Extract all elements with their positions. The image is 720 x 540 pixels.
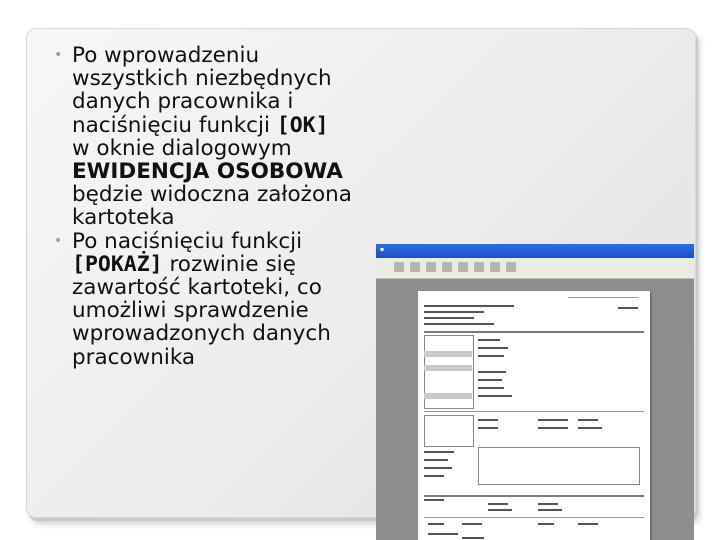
report-text <box>488 509 512 511</box>
app-toolbar <box>376 258 694 279</box>
report-text <box>478 379 502 381</box>
report-text <box>478 427 498 429</box>
report-field <box>424 393 472 399</box>
bullet-item-2: • Po naciśnięciu funkcji [POKAŻ] rozwini… <box>52 230 352 369</box>
report-notes-box <box>478 447 640 485</box>
report-text <box>478 347 508 349</box>
bullet-2-text-a: Po naciśnięciu funkcji <box>72 228 303 254</box>
report-text <box>478 419 498 421</box>
report-text <box>424 459 448 461</box>
report-text <box>424 451 454 453</box>
report-field <box>424 351 472 357</box>
report-divider <box>424 331 644 333</box>
report-text <box>538 419 568 421</box>
bullet-1-ok-command: [OK] <box>276 112 329 138</box>
report-text <box>428 523 444 525</box>
report-text <box>488 503 508 505</box>
bullet-dot-icon: • <box>54 232 63 249</box>
save-icon <box>442 262 452 272</box>
report-text <box>424 305 514 307</box>
app-titlebar: ▪ <box>376 244 694 258</box>
report-field <box>424 365 472 371</box>
app-screenshot: ▪ <box>376 244 694 540</box>
report-text <box>578 419 598 421</box>
report-text <box>478 339 500 341</box>
bullet-1-text-c: będzie widoczna założona kartoteka <box>72 182 352 231</box>
report-text <box>424 467 452 469</box>
bullet-2-show-command: [POKAŻ] <box>72 251 163 277</box>
bullet-item-1: • Po wprowadzeniu wszystkich niezbędnych… <box>52 44 352 230</box>
export-icon <box>506 262 516 272</box>
zoom-icon <box>490 262 500 272</box>
arrow-icon <box>426 262 436 272</box>
report-text <box>478 371 506 373</box>
search-icon <box>410 262 420 272</box>
report-text <box>462 523 482 525</box>
report-text <box>478 387 504 389</box>
report-text <box>428 533 458 535</box>
report-text <box>424 475 444 477</box>
report-text <box>462 537 484 539</box>
report-text <box>424 311 484 313</box>
report-text <box>538 503 558 505</box>
report-text <box>578 523 598 525</box>
report-workspace <box>376 279 694 540</box>
report-header-line <box>568 297 638 298</box>
bullet-1-text-b: w oknie dialogowym <box>72 135 292 161</box>
report-text <box>424 317 474 319</box>
report-text <box>538 427 568 429</box>
report-divider <box>424 411 644 412</box>
report-label-column <box>424 415 474 447</box>
report-divider <box>424 495 644 497</box>
report-text <box>424 499 444 501</box>
report-divider <box>424 517 644 518</box>
print-icon <box>394 262 404 272</box>
report-page <box>418 291 650 540</box>
copy-icon <box>458 262 468 272</box>
report-text <box>478 395 512 397</box>
bullet-1-dialog-name: EWIDENCJA OSOBOWA <box>72 159 343 185</box>
report-text <box>538 509 562 511</box>
app-title-glyph: ▪ <box>380 246 385 253</box>
page-icon <box>474 262 484 272</box>
report-text <box>578 427 602 429</box>
bullet-list: • Po wprowadzeniu wszystkich niezbędnych… <box>52 44 352 369</box>
report-text <box>538 523 554 525</box>
bullet-dot-icon: • <box>54 47 63 63</box>
report-text <box>478 355 504 357</box>
report-text <box>618 307 638 309</box>
report-text <box>424 323 494 325</box>
